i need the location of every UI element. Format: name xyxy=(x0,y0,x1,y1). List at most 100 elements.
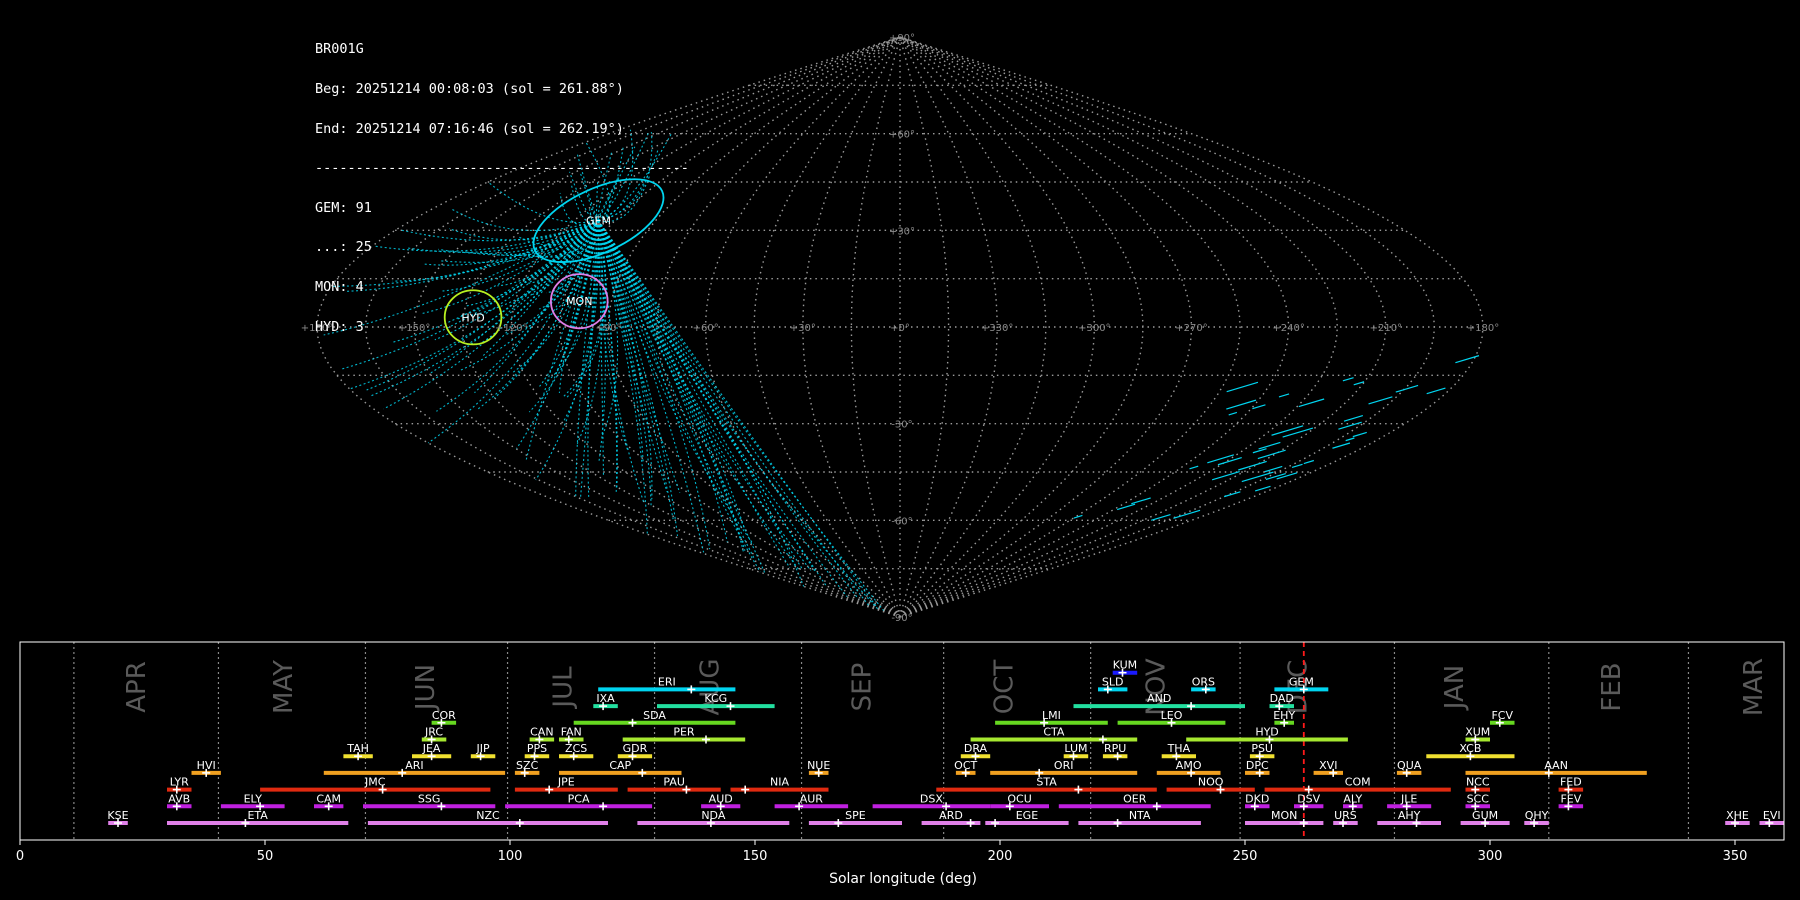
latitude-label: +60° xyxy=(889,130,915,141)
shower-code-label: THA xyxy=(1167,742,1191,755)
shower-code-label: XHE xyxy=(1726,809,1749,822)
longitude-label: +0° xyxy=(890,323,910,334)
x-tick-label: 50 xyxy=(257,849,274,864)
shower-code-label: LMI xyxy=(1042,709,1061,722)
shower-code-label: OER xyxy=(1123,792,1147,805)
meteor-track xyxy=(1342,377,1354,382)
shower-code-label: NIA xyxy=(770,776,789,789)
latitude-label: -60° xyxy=(891,516,912,527)
shower-code-label: GEM xyxy=(1289,675,1314,688)
meteor-track xyxy=(1131,497,1151,505)
shower-code-label: MON xyxy=(1271,809,1297,822)
meteor-track xyxy=(1189,465,1199,470)
meteor-track xyxy=(1252,448,1267,454)
meteor-track xyxy=(1151,513,1171,521)
shower-code-label: DSV xyxy=(1297,792,1320,805)
meteor-track xyxy=(1116,503,1136,511)
shower-code-label: DKD xyxy=(1245,792,1269,805)
count-sporadic: ...: 25 xyxy=(315,239,372,256)
meteor-track xyxy=(1395,384,1419,393)
count-gem: GEM: 91 xyxy=(315,199,372,216)
shower-code-label: CAM xyxy=(316,792,341,805)
shower-code-label: GDR xyxy=(623,742,648,755)
month-label: APR xyxy=(122,661,152,713)
meteor-track xyxy=(1228,411,1238,416)
meteor-track xyxy=(1298,398,1325,408)
longitude-label: +60° xyxy=(693,323,719,334)
meteor-track xyxy=(1426,387,1446,395)
shower-code-label: EVI xyxy=(1763,809,1781,822)
shower-code-label: ARD xyxy=(939,809,963,822)
meteor-track xyxy=(1278,393,1290,398)
longitude-label: +240° xyxy=(1272,323,1304,334)
shower-code-label: EHY xyxy=(1273,709,1295,722)
shower-code-label: SDA xyxy=(643,709,666,722)
shower-code-label: AVB xyxy=(168,792,190,805)
x-tick-label: 200 xyxy=(988,849,1013,864)
shower-code-label: PSU xyxy=(1251,742,1273,755)
x-tick-label: 250 xyxy=(1233,849,1258,864)
latitude-label: -30° xyxy=(891,420,912,431)
meteor-track xyxy=(1226,399,1257,410)
shower-code-label: DAD xyxy=(1270,692,1294,705)
station-id: BR001G xyxy=(315,41,364,58)
shower-code-label: PAU xyxy=(663,776,685,789)
meteor-track xyxy=(1264,465,1283,473)
shower-code-label: PPS xyxy=(527,742,547,755)
shower-code-label: LUM xyxy=(1064,742,1087,755)
meteor-track xyxy=(1455,355,1480,364)
meteor-track xyxy=(1257,449,1286,460)
shower-code-label: AND xyxy=(1147,692,1171,705)
shower-code-label: XVI xyxy=(1319,759,1337,772)
begin-time: Beg: 20251214 00:08:03 (sol = 261.88°) xyxy=(315,81,624,98)
shower-code-label: JPE xyxy=(557,776,575,789)
shower-code-label: LEO xyxy=(1161,709,1183,722)
month-label: JAN xyxy=(1440,665,1470,711)
shower-code-label: XUM xyxy=(1465,726,1490,739)
shower-code-label: SCC xyxy=(1467,792,1490,805)
shower-code-label: ELY xyxy=(244,792,263,805)
month-label: SEP xyxy=(847,663,877,712)
sky-map: GEMMONHYD +180° +150° +120° +90° +60° +30° +0°… xyxy=(301,33,1499,624)
shower-code-label: PCA xyxy=(568,792,590,805)
meteor-track xyxy=(1258,441,1281,450)
month-label: OCT xyxy=(989,660,1019,715)
latitude-label: -90° xyxy=(891,613,912,624)
shower-code-label: KUM xyxy=(1113,659,1137,672)
shower-code-label: GUM xyxy=(1472,809,1498,822)
shower-code-label: AMO xyxy=(1176,759,1202,772)
shower-code-label: NDA xyxy=(701,809,726,822)
shower-code-label: NOO xyxy=(1198,776,1224,789)
month-label: FEB xyxy=(1597,662,1627,711)
shower-code-label: OCT xyxy=(954,759,977,772)
shower-code-label: KCG xyxy=(704,692,727,705)
shower-code-label: ALY xyxy=(1343,792,1362,805)
shower-code-label: NZC xyxy=(476,809,500,822)
longitude-label: +180° xyxy=(1467,323,1499,334)
shower-code-label: CTA xyxy=(1043,726,1065,739)
latitude-label: +30° xyxy=(889,226,915,237)
shower-code-label: AAN xyxy=(1544,759,1568,772)
x-tick-label: 300 xyxy=(1478,849,1503,864)
meteor-track xyxy=(1345,437,1355,442)
shower-code-label: NCC xyxy=(1466,776,1490,789)
month-label: MAR xyxy=(1739,658,1769,716)
meteor-track xyxy=(1173,509,1201,519)
x-axis-label: Solar longitude (deg) xyxy=(829,871,977,887)
shower-code-label: FED xyxy=(1560,776,1582,789)
month-label: JUN xyxy=(411,664,441,712)
meteor-track xyxy=(1226,381,1259,393)
shower-code-label: XCB xyxy=(1459,742,1481,755)
shower-code-label: JLE xyxy=(1400,792,1417,805)
shower-code-label: TAH xyxy=(346,742,369,755)
shower-code-label: DPC xyxy=(1246,759,1269,772)
meteor-track xyxy=(1332,442,1351,449)
meteor-track xyxy=(1368,396,1393,405)
meteor-track xyxy=(1303,459,1315,465)
meteor-track xyxy=(1241,471,1274,483)
shower-code-label: STA xyxy=(1036,776,1057,789)
shower-code-label: RPU xyxy=(1104,742,1126,755)
observation-info: BR001G Beg: 20251214 00:08:03 (sol = 261… xyxy=(315,17,689,347)
shower-code-label: PER xyxy=(673,726,695,739)
count-hyd: HYD: 3 xyxy=(315,318,364,335)
